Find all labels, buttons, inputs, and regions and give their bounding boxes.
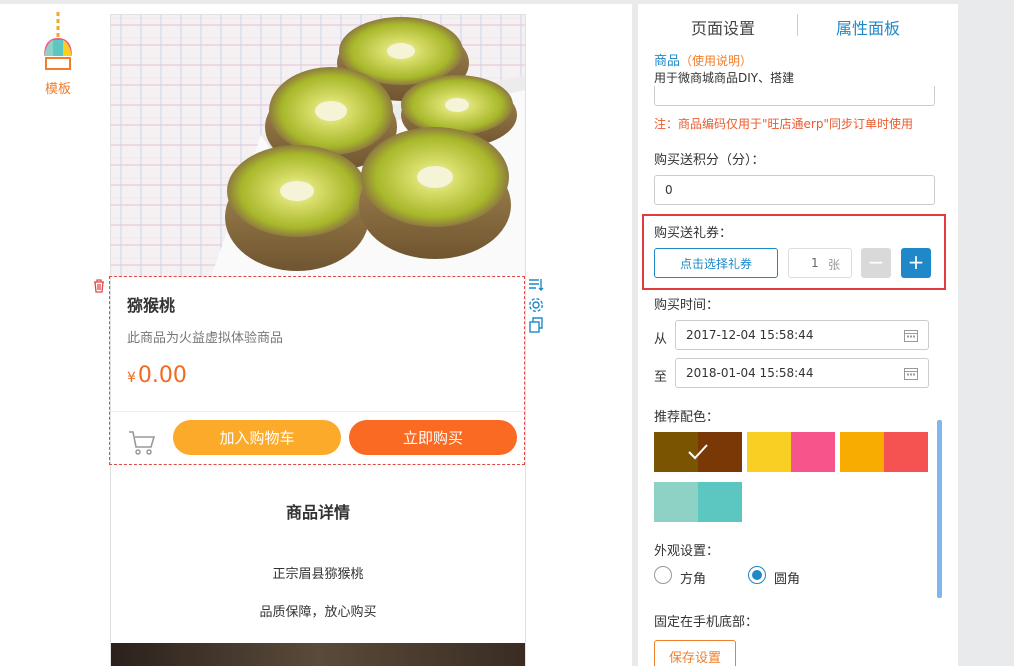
end-date-value: 2018-01-04 15:58:44 — [686, 366, 814, 380]
detail-title: 商品详情 — [285, 503, 350, 522]
buy-now-button[interactable]: 立即购买 — [349, 420, 517, 455]
color-swatch[interactable] — [654, 482, 742, 522]
detail-text: 品质保障，放心购买 — [259, 605, 377, 620]
color-swatch[interactable] — [840, 432, 928, 472]
square-corner-label: 方角 — [680, 572, 707, 587]
color-swatch[interactable] — [654, 432, 742, 472]
template-label: 模板 — [44, 82, 71, 97]
sort-icon[interactable] — [528, 277, 544, 293]
swatch-primary-color — [747, 432, 791, 472]
module-description: 用于微商城商品DIY、搭建 — [654, 71, 795, 85]
select-coupon-button[interactable]: 点击选择礼券 — [654, 248, 778, 278]
settings-icon[interactable] — [528, 297, 544, 313]
swatch-primary-color — [654, 482, 698, 522]
swatch-primary-color — [840, 432, 884, 472]
divider — [111, 411, 525, 412]
phone-preview: 猕猴桃 此商品为火益虚拟体验商品 ¥0.00 加入购物车 立即购买 商品详情 正… — [110, 14, 526, 666]
usage-link[interactable]: （使用说明） — [680, 54, 752, 68]
purchase-time-label: 购买时间： — [654, 298, 720, 313]
decrease-button[interactable]: − — [861, 248, 891, 278]
round-corner-radio[interactable] — [748, 566, 766, 584]
product-description: 此商品为火益虚拟体验商品 — [127, 331, 284, 346]
swatch-secondary-color — [884, 432, 928, 472]
product-title: 猕猴桃 — [127, 296, 176, 315]
coupon-label: 购买送礼券： — [654, 226, 733, 241]
module-name-text: 商品 — [654, 54, 681, 69]
cart-icon[interactable] — [127, 427, 157, 457]
swatch-secondary-color — [698, 482, 742, 522]
appearance-label: 外观设置： — [654, 544, 720, 559]
trash-icon[interactable] — [91, 278, 107, 294]
copy-icon[interactable] — [528, 317, 544, 333]
product-image — [111, 15, 525, 277]
detail-text: 正宗眉县猕猴桃 — [272, 567, 364, 582]
fixed-bottom-label: 固定在手机底部： — [654, 615, 759, 630]
to-label: 至 — [654, 370, 668, 385]
square-corner-radio[interactable] — [654, 566, 672, 584]
round-corner-label: 圆角 — [774, 572, 801, 587]
product-code-note: 注：商品编码仅用于"旺店通erp"同步订单时使用 — [654, 117, 913, 131]
tab-page-settings[interactable]: 页面设置 — [691, 15, 755, 39]
points-input[interactable]: 0 — [654, 175, 935, 205]
color-scheme-label: 推荐配色： — [654, 410, 720, 425]
coupon-unit: 张 — [828, 258, 841, 272]
coupon-quantity-input[interactable]: 1 张 — [788, 248, 852, 278]
coupon-quantity-value: 1 — [811, 256, 819, 270]
panel-scrollbar[interactable] — [937, 420, 942, 598]
increase-button[interactable]: + — [901, 248, 931, 278]
panel-tabs: 页面设置 属性面板 — [638, 4, 958, 44]
add-to-cart-button[interactable]: 加入购物车 — [173, 420, 341, 455]
product-info-module[interactable]: 猕猴桃 此商品为火益虚拟体验商品 ¥0.00 加入购物车 立即购买 — [111, 277, 525, 466]
start-date-input[interactable]: 2017-12-04 15:58:44 — [675, 320, 929, 350]
module-name: 商品（使用说明） — [654, 50, 752, 69]
tab-property-panel[interactable]: 属性面板 — [836, 15, 900, 39]
product-price: ¥0.00 — [127, 363, 187, 388]
color-swatch[interactable] — [747, 432, 835, 472]
template-icon — [44, 12, 72, 70]
from-label: 从 — [654, 332, 668, 347]
calendar-icon — [904, 330, 918, 342]
points-label: 购买送积分（分）： — [654, 153, 765, 168]
end-date-input[interactable]: 2018-01-04 15:58:44 — [675, 358, 929, 388]
currency-symbol: ¥ — [127, 370, 136, 386]
template-button[interactable]: 模板 — [38, 12, 78, 97]
detail-image — [111, 643, 525, 666]
tab-divider — [797, 14, 798, 36]
price-value: 0.00 — [137, 363, 187, 388]
check-icon — [688, 444, 708, 460]
calendar-icon — [904, 368, 918, 380]
save-settings-button[interactable]: 保存设置 — [654, 640, 736, 666]
product-code-input[interactable] — [654, 86, 935, 106]
swatch-secondary-color — [791, 432, 835, 472]
start-date-value: 2017-12-04 15:58:44 — [686, 328, 814, 342]
